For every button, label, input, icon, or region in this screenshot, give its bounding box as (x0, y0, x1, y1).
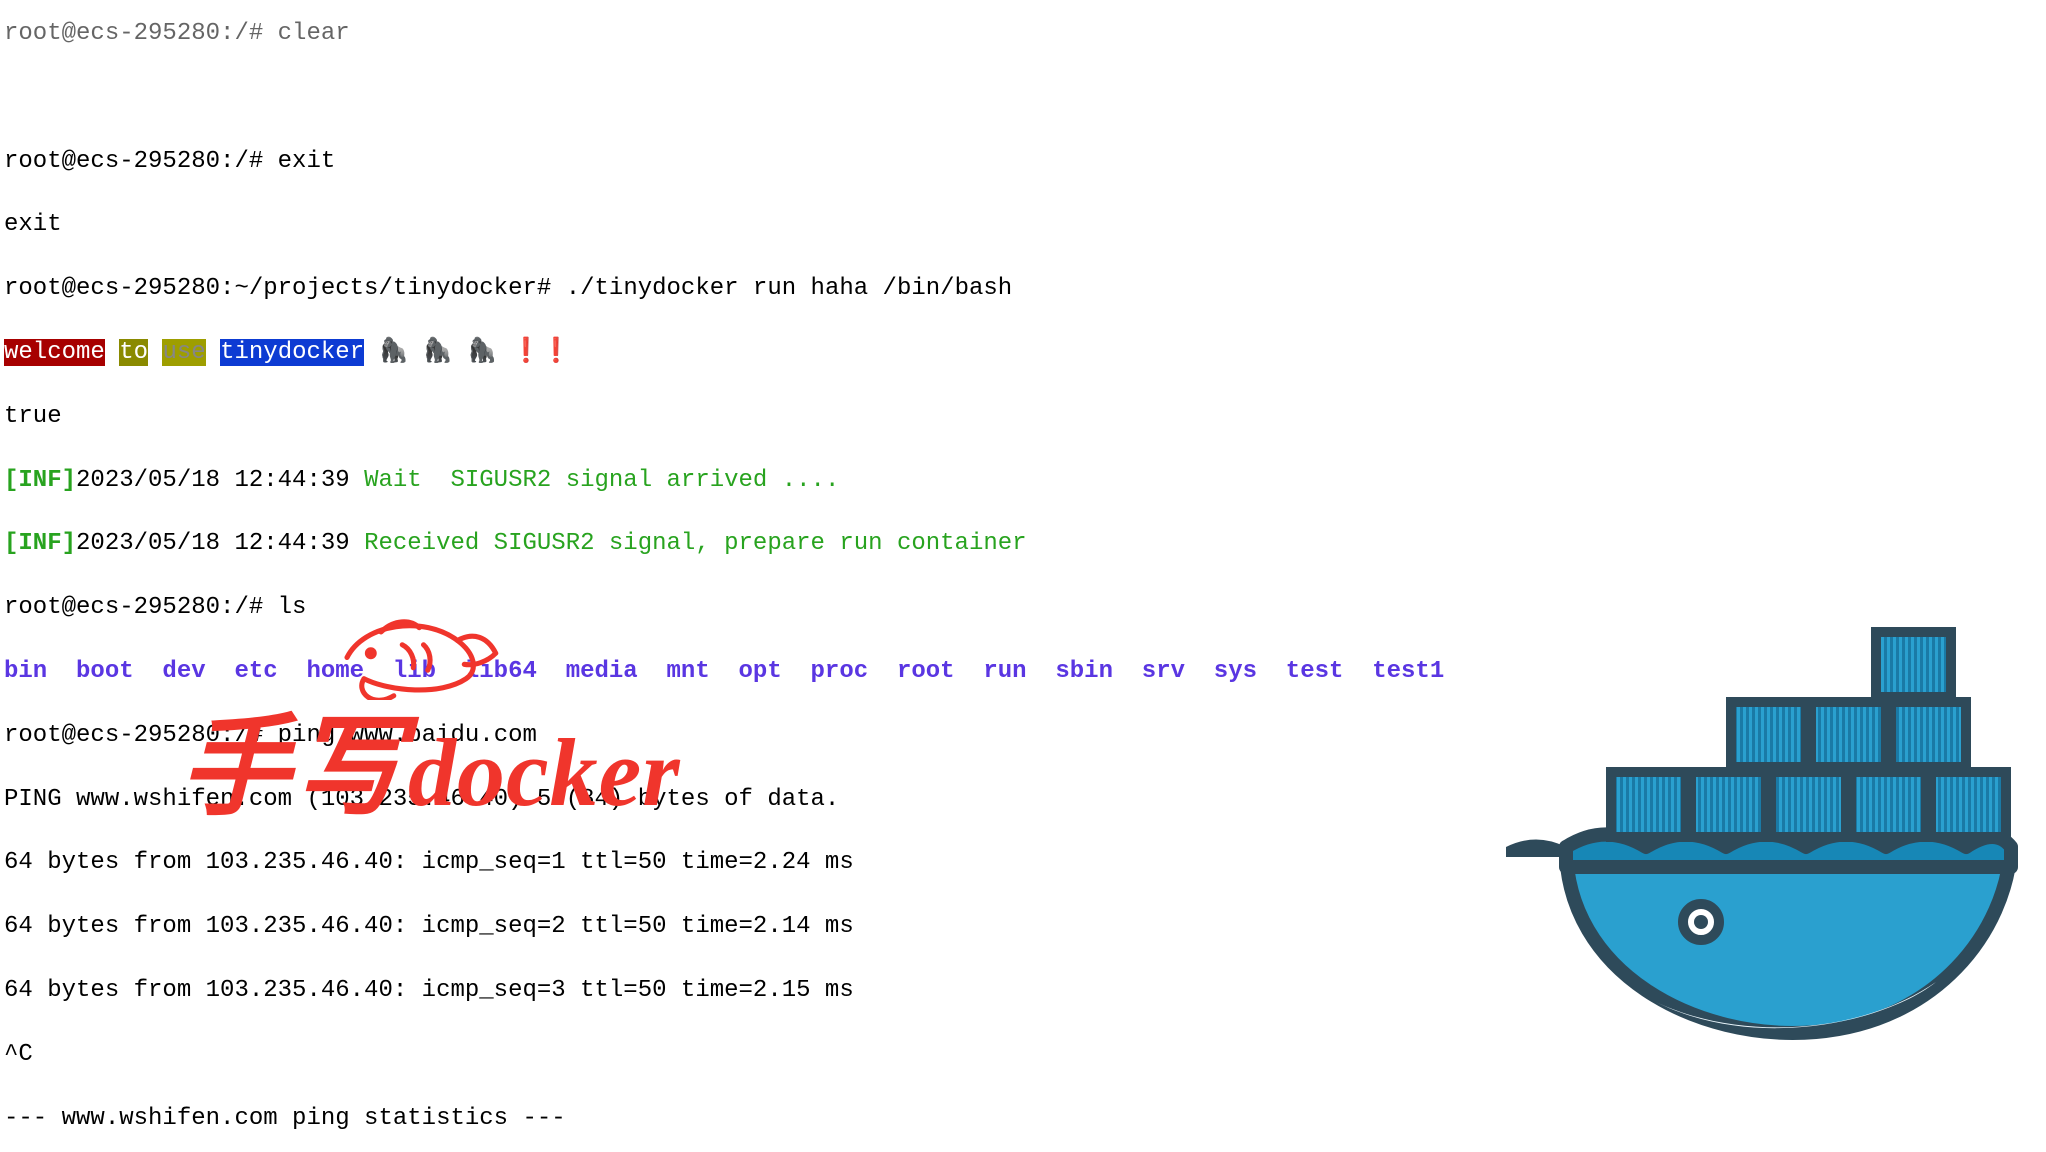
banner-welcome: welcome (4, 339, 105, 366)
ping-stats-header: --- www.wshifen.com ping statistics --- (4, 1103, 2042, 1135)
shell-prompt: root@ecs-295280:~/projects/tinydocker# (4, 275, 566, 302)
log-ts: 2023/05/18 12:44:39 (76, 530, 364, 557)
caption: 手写docker (180, 695, 681, 841)
terminal-line: root@ecs-295280:/# exit (4, 146, 2042, 178)
shell-command: exit (278, 148, 336, 175)
terminal-line (4, 82, 2042, 114)
shell-prompt: root@ecs-295280:/# (4, 148, 278, 175)
terminal-line: root@ecs-295280:/# clear (4, 18, 2042, 50)
banner-tinydocker: tinydocker (220, 339, 364, 366)
log-ts: 2023/05/18 12:44:39 (76, 467, 364, 494)
exclamation-icon: ❗❗ (511, 339, 571, 366)
banner-to: to (119, 339, 148, 366)
caption-cn: 手写 (180, 707, 408, 829)
fish-icon (330, 598, 500, 711)
terminal-line: root@ecs-295280:/# ls (4, 592, 2042, 624)
shell-prompt: root@ecs-295280:/# (4, 594, 278, 621)
shell-command: ./tinydocker run haha /bin/bash (566, 275, 1012, 302)
gorilla-icon: 🦍 🦍 🦍 (379, 339, 512, 366)
banner-line: welcome to use tinydocker 🦍 🦍 🦍 ❗❗ (4, 337, 2042, 369)
terminal-line: exit (4, 209, 2042, 241)
log-tag: [INF] (4, 530, 76, 557)
log-msg: Wait SIGUSR2 signal arrived .... (364, 467, 839, 494)
terminal-line: true (4, 401, 2042, 433)
log-line: [INF]2023/05/18 12:44:39 Wait SIGUSR2 si… (4, 465, 2042, 497)
log-line: [INF]2023/05/18 12:44:39 Received SIGUSR… (4, 528, 2042, 560)
caption-en: docker (408, 719, 681, 826)
shell-command: ls (278, 594, 307, 621)
banner-use: use (162, 339, 205, 366)
terminal-line: root@ecs-295280:~/projects/tinydocker# .… (4, 273, 2042, 305)
log-msg: Received SIGUSR2 signal, prepare run con… (364, 530, 1027, 557)
docker-whale-icon (1506, 622, 2026, 1052)
log-tag: [INF] (4, 467, 76, 494)
